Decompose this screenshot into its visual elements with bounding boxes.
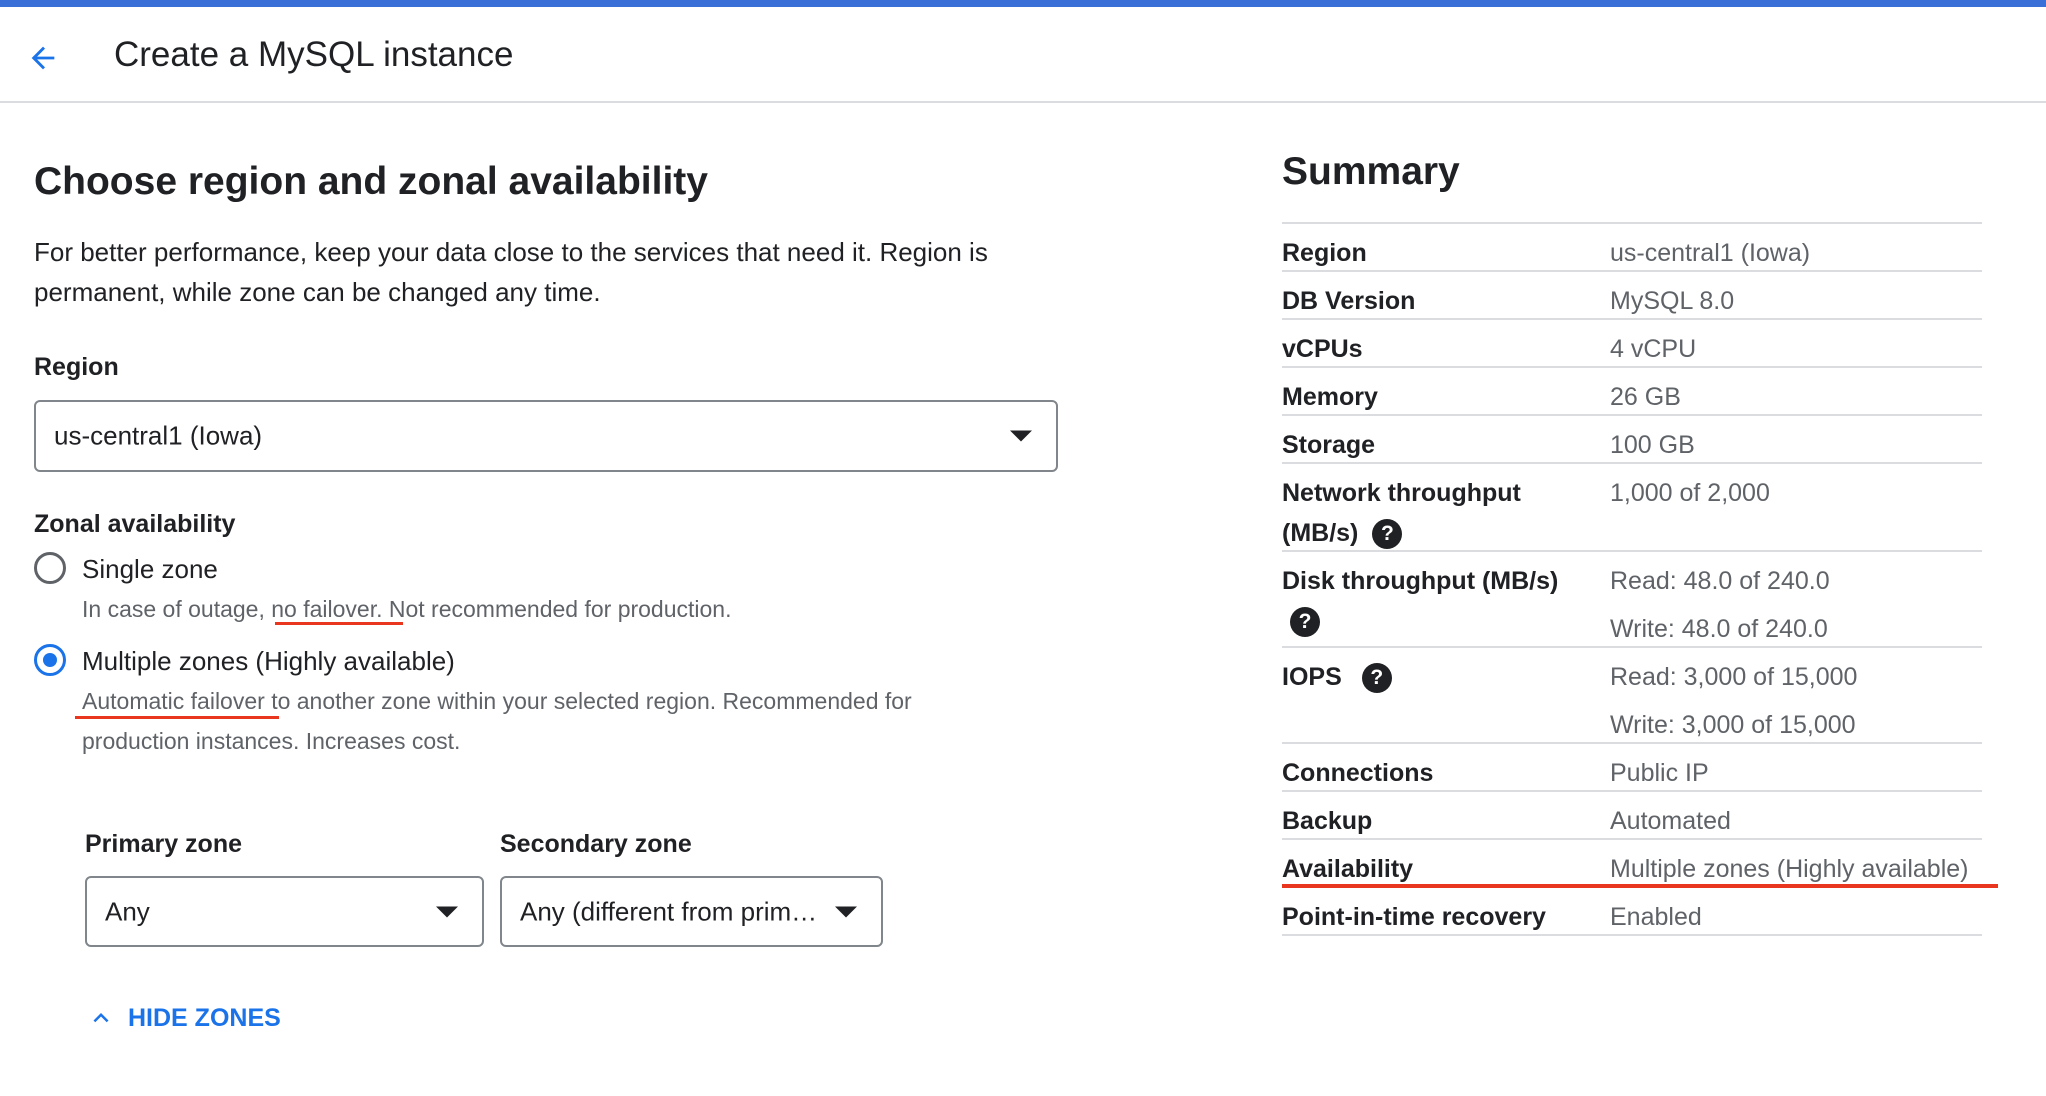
summary-key: Memory: [1282, 383, 1378, 411]
primary-zone-value: Any: [105, 896, 150, 926]
summary-row-vcpus: vCPUs 4 vCPU: [1282, 320, 1982, 368]
secondary-zone-select[interactable]: Any (different from primary): [500, 876, 883, 947]
summary-key: vCPUs: [1282, 335, 1363, 363]
back-button[interactable]: [18, 33, 68, 83]
summary-row-db-version: DB Version MySQL 8.0: [1282, 272, 1982, 320]
summary-key: Connections: [1282, 759, 1434, 787]
help-icon[interactable]: ?: [1290, 607, 1320, 638]
summary-row-backup: Backup Automated: [1282, 792, 1982, 840]
summary-value: Read: 48.0 of 240.0 Write: 48.0 of 240.0: [1610, 567, 1830, 643]
summary-title: Summary: [1282, 150, 1460, 193]
secondary-zone-value: Any (different from primary): [520, 896, 820, 926]
page-title: Create a MySQL instance: [114, 35, 514, 74]
secondary-zone-label: Secondary zone: [500, 830, 692, 858]
chevron-down-icon: [436, 906, 458, 917]
section-title: Choose region and zonal availability: [34, 160, 708, 203]
summary-value: Read: 3,000 of 15,000 Write: 3,000 of 15…: [1610, 663, 1858, 739]
summary-row-iops: IOPS? Read: 3,000 of 15,000 Write: 3,000…: [1282, 648, 1982, 744]
chevron-up-icon: [93, 1013, 109, 1023]
summary-key: DB Version: [1282, 287, 1416, 315]
multiple-zones-radio[interactable]: [34, 644, 66, 676]
chevron-down-icon: [835, 906, 857, 917]
summary-table: Region us-central1 (Iowa) DB Version MyS…: [1282, 222, 1998, 936]
region-select-value: us-central1 (Iowa): [54, 420, 263, 451]
single-zone-help: In case of outage, no failover. Not reco…: [82, 596, 732, 622]
page-header: Create a MySQL instance: [0, 7, 2046, 103]
multiple-zones-label[interactable]: Multiple zones (Highly available): [82, 646, 455, 677]
summary-row-network-throughput: Network throughput (MB/s)? 1,000 of 2,00…: [1282, 464, 1982, 552]
section-description: For better performance, keep your data c…: [34, 237, 988, 307]
summary-key: Availability: [1282, 855, 1414, 883]
top-accent-bar: [0, 0, 2046, 7]
summary-key: Storage: [1282, 431, 1376, 459]
arrow-back-icon: [31, 46, 55, 70]
summary-row-memory: Memory 26 GB: [1282, 368, 1982, 416]
zonal-availability-label: Zonal availability: [34, 510, 236, 538]
single-zone-label[interactable]: Single zone: [82, 554, 218, 585]
summary-value: 1,000 of 2,000: [1610, 479, 1770, 507]
multiple-zones-help: Automatic failover to another zone withi…: [82, 688, 912, 754]
annotation-underline-automatic-failover: [75, 716, 279, 719]
summary-key: Disk throughput (MB/s)?: [1282, 561, 1572, 641]
region-form: Choose region and zonal availability For…: [34, 160, 1074, 312]
summary-key: Backup: [1282, 807, 1373, 835]
summary-row-pitr: Point-in-time recovery Enabled: [1282, 888, 1982, 936]
primary-zone-select[interactable]: Any: [85, 876, 484, 947]
chevron-down-icon: [1010, 430, 1032, 442]
summary-value: Enabled: [1610, 903, 1702, 931]
summary-row-region: Region us-central1 (Iowa): [1282, 224, 1982, 272]
summary-row-availability: Availability Multiple zones (Highly avai…: [1282, 840, 1998, 888]
single-zone-radio[interactable]: [34, 552, 66, 584]
region-label: Region: [34, 353, 119, 381]
summary-row-storage: Storage 100 GB: [1282, 416, 1982, 464]
hide-zones-label: HIDE ZONES: [128, 1003, 281, 1032]
help-icon[interactable]: ?: [1361, 663, 1392, 694]
summary-key: Point-in-time recovery: [1282, 903, 1546, 931]
summary-key: Network throughput (MB/s)?: [1282, 473, 1542, 553]
hide-zones-button[interactable]: HIDE ZONES: [86, 1003, 281, 1033]
summary-key: IOPS?: [1282, 657, 1582, 697]
help-icon[interactable]: ?: [1372, 519, 1403, 550]
summary-key: Region: [1282, 239, 1367, 267]
region-select[interactable]: us-central1 (Iowa): [34, 400, 1058, 472]
primary-zone-label: Primary zone: [85, 830, 243, 858]
summary-panel: Summary Region us-central1 (Iowa) DB Ver…: [1282, 150, 1998, 936]
summary-row-disk-throughput: Disk throughput (MB/s)? Read: 48.0 of 24…: [1282, 552, 1982, 648]
annotation-underline-no-failover: [275, 622, 403, 625]
summary-row-connections: Connections Public IP: [1282, 744, 1982, 792]
